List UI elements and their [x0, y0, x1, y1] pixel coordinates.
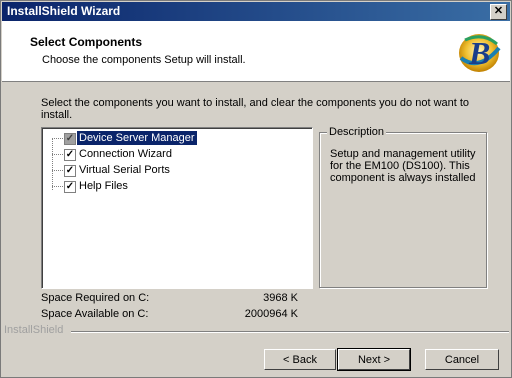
component-checkbox[interactable]: ✓	[64, 149, 76, 161]
footer-divider	[71, 331, 509, 333]
components-tree[interactable]: ✓ Device Server Manager ✓ Connection Wizard…	[41, 127, 313, 289]
space-available-label: Space Available on C:	[41, 308, 149, 320]
component-checkbox[interactable]: ✓	[64, 133, 76, 145]
tree-connector-branch	[52, 154, 63, 155]
tree-connector-branch	[52, 170, 63, 171]
svg-text:B: B	[468, 35, 490, 71]
page-subtitle: Choose the components Setup will install…	[42, 54, 246, 66]
installshield-wizard-window: InstallShield Wizard ✕ Select Components…	[0, 0, 512, 378]
back-button[interactable]: < Back	[264, 349, 336, 370]
window-title: InstallShield Wizard	[7, 4, 121, 18]
cancel-button[interactable]: Cancel	[425, 349, 499, 370]
instructions-text: Select the components you want to instal…	[41, 97, 470, 121]
wizard-header: Select Components Choose the components …	[2, 21, 510, 82]
space-required-value: 3968 K	[263, 292, 298, 304]
component-label: Device Server Manager	[77, 131, 197, 145]
tree-connector-branch	[52, 138, 63, 139]
component-label: Help Files	[79, 180, 128, 192]
title-bar[interactable]: InstallShield Wizard ✕	[2, 2, 510, 21]
component-label: Connection Wizard	[79, 148, 172, 160]
installshield-logo-icon: B	[459, 34, 501, 72]
tree-connector-line	[52, 138, 53, 190]
next-button[interactable]: Next >	[337, 348, 411, 371]
close-button[interactable]: ✕	[490, 4, 507, 20]
component-checkbox[interactable]: ✓	[64, 181, 76, 193]
tree-connector-branch	[52, 186, 63, 187]
component-checkbox[interactable]: ✓	[64, 165, 76, 177]
page-title: Select Components	[30, 35, 143, 49]
installshield-brand-text: InstallShield	[4, 324, 64, 336]
description-legend: Description	[327, 126, 387, 138]
description-text: Setup and management utility for the EM1…	[330, 148, 476, 184]
space-available-value: 2000964 K	[244, 308, 298, 320]
component-label: Virtual Serial Ports	[79, 164, 170, 176]
space-required-label: Space Required on C:	[41, 292, 150, 304]
